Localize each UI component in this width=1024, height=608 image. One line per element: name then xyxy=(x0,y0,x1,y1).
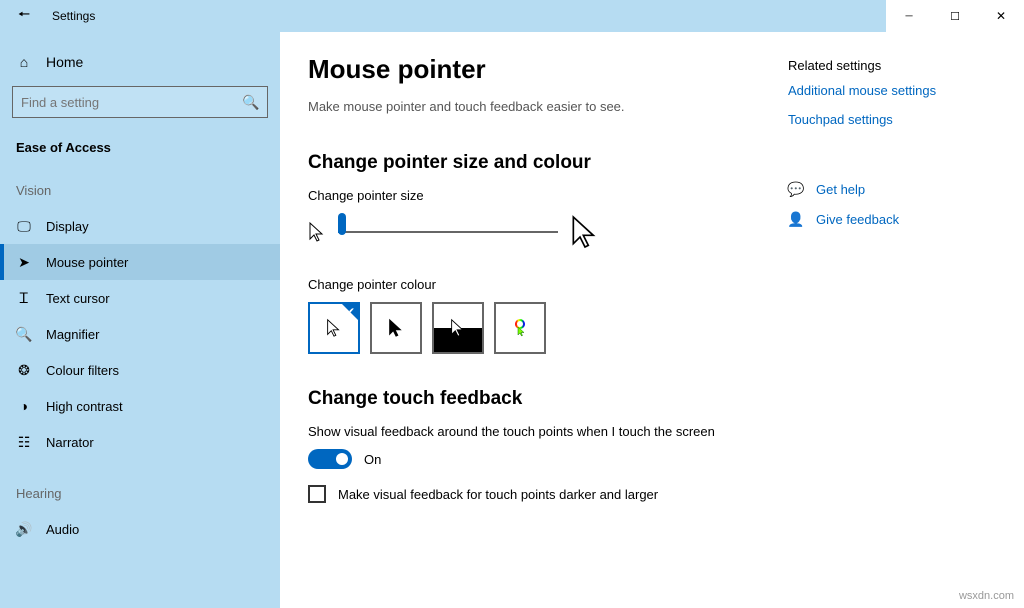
text-cursor-icon: Ꮖ xyxy=(16,290,32,306)
pointer-colour-black[interactable] xyxy=(370,302,422,354)
back-button[interactable]: 🠔 xyxy=(0,4,48,28)
sidebar-item-label: Audio xyxy=(46,522,79,537)
window-maximize-button[interactable] xyxy=(932,0,978,32)
sidebar-item-label: Text cursor xyxy=(46,291,110,306)
audio-icon: 🔊 xyxy=(16,521,32,537)
window-minimize-button[interactable] xyxy=(886,0,932,32)
link-touchpad-settings[interactable]: Touchpad settings xyxy=(788,112,988,127)
related-settings-panel: Related settings Additional mouse settin… xyxy=(778,54,988,586)
touch-darker-checkbox[interactable] xyxy=(308,485,326,503)
search-input[interactable] xyxy=(21,95,243,110)
sidebar-home-label: Home xyxy=(46,54,83,70)
section-pointer-heading: Change pointer size and colour xyxy=(308,152,778,174)
link-give-feedback[interactable]: Give feedback xyxy=(816,212,899,227)
sidebar-item-colour-filters[interactable]: ❂ Colour filters xyxy=(0,352,280,388)
window-close-button[interactable] xyxy=(978,0,1024,32)
feedback-icon: 👤 xyxy=(788,211,804,227)
sidebar-item-label: Narrator xyxy=(46,435,94,450)
sidebar-item-text-cursor[interactable]: Ꮖ Text cursor xyxy=(0,280,280,316)
titlebar: 🠔 Settings xyxy=(0,0,1024,32)
main-content: Mouse pointer Make mouse pointer and tou… xyxy=(280,32,1024,608)
sidebar-item-mouse-pointer[interactable]: ➤ Mouse pointer xyxy=(0,244,280,280)
sidebar-section-vision: Vision xyxy=(0,175,280,208)
cursor-preview-large-icon xyxy=(570,213,600,251)
sidebar-section-hearing: Hearing xyxy=(0,478,280,511)
pointer-colour-white[interactable] xyxy=(308,302,360,354)
sidebar-item-label: Mouse pointer xyxy=(46,255,128,270)
sidebar-item-high-contrast[interactable]: ◑ High contrast xyxy=(0,388,280,424)
watermark: wsxdn.com xyxy=(959,590,1014,602)
sidebar-item-label: High contrast xyxy=(46,399,123,414)
related-heading: Related settings xyxy=(788,58,988,73)
sidebar-item-magnifier[interactable]: 🔍 Magnifier xyxy=(0,316,280,352)
sidebar-category: Ease of Access xyxy=(0,132,280,175)
magnifier-icon: 🔍 xyxy=(16,326,32,342)
page-title: Mouse pointer xyxy=(308,54,778,85)
window-title: Settings xyxy=(48,9,95,23)
pointer-size-slider[interactable] xyxy=(338,221,558,243)
touch-checkbox-label: Make visual feedback for touch points da… xyxy=(338,487,658,502)
cursor-preview-small-icon xyxy=(308,221,326,243)
sidebar-item-narrator[interactable]: ☷ Narrator xyxy=(0,424,280,460)
display-icon: 🖵 xyxy=(16,218,32,234)
pointer-colour-label: Change pointer colour xyxy=(308,277,778,292)
sidebar-home-button[interactable]: ⌂ Home xyxy=(0,44,280,80)
sidebar-item-display[interactable]: 🖵 Display xyxy=(0,208,280,244)
sidebar-item-label: Colour filters xyxy=(46,363,119,378)
link-additional-mouse-settings[interactable]: Additional mouse settings xyxy=(788,83,988,98)
touch-toggle-state: On xyxy=(364,452,381,467)
narrator-icon: ☷ xyxy=(16,434,32,450)
colour-filters-icon: ❂ xyxy=(16,362,32,378)
pointer-size-label: Change pointer size xyxy=(308,188,778,203)
sidebar-item-label: Magnifier xyxy=(46,327,99,342)
home-icon: ⌂ xyxy=(16,54,32,70)
pointer-colour-inverted[interactable] xyxy=(432,302,484,354)
sidebar-item-audio[interactable]: 🔊 Audio xyxy=(0,511,280,547)
help-icon: 💬 xyxy=(788,181,804,197)
touch-toggle-label: Show visual feedback around the touch po… xyxy=(308,424,778,439)
sidebar: ⌂ Home 🔍 Ease of Access Vision 🖵 Display… xyxy=(0,32,280,608)
high-contrast-icon: ◑ xyxy=(16,398,32,414)
section-touch-heading: Change touch feedback xyxy=(308,388,778,410)
sidebar-item-label: Display xyxy=(46,219,89,234)
touch-feedback-toggle[interactable] xyxy=(308,449,352,469)
search-input-wrap[interactable]: 🔍 xyxy=(12,86,268,118)
pointer-colour-custom[interactable] xyxy=(494,302,546,354)
search-icon: 🔍 xyxy=(243,94,259,110)
page-description: Make mouse pointer and touch feedback ea… xyxy=(308,99,778,114)
link-get-help[interactable]: Get help xyxy=(816,182,865,197)
mouse-pointer-icon: ➤ xyxy=(16,254,32,270)
